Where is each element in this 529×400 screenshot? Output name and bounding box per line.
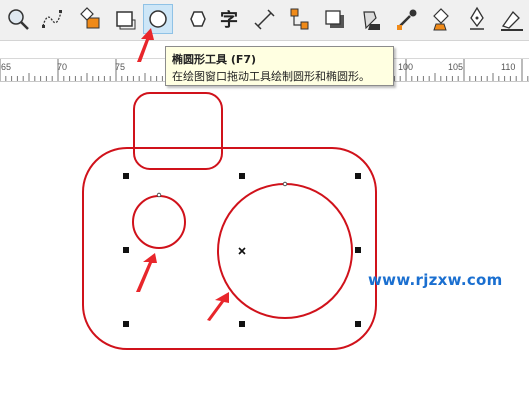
magnifier-icon: [8, 9, 29, 30]
polygon-tool[interactable]: [183, 4, 213, 34]
smart-fill-tool[interactable]: [75, 4, 105, 34]
freehand-tool[interactable]: [37, 4, 67, 34]
flash-circle[interactable]: [132, 195, 186, 249]
svg-text:字: 字: [220, 9, 238, 31]
dimension-tool[interactable]: [250, 4, 280, 34]
shadow-icon: [325, 10, 344, 28]
drop-shadow-tool[interactable]: [320, 4, 350, 34]
outline-tool[interactable]: [497, 4, 527, 34]
fill-bucket-icon: [433, 8, 449, 31]
outline-icon: [501, 10, 523, 31]
arrow-to-lens: [207, 292, 229, 321]
ruler-label: 105: [448, 62, 464, 72]
annotation-arrows: [136, 253, 229, 321]
zoom-tool[interactable]: [3, 4, 33, 34]
pen-nib-icon: [470, 6, 484, 30]
connector-icon: [290, 8, 309, 30]
ruler-label: 100: [398, 62, 414, 72]
tooltip-title: 椭圆形工具 (F7): [172, 53, 257, 66]
arrow-to-ellipse-tool: [137, 28, 154, 62]
watermark: www.rjzxw.com: [368, 271, 503, 289]
tooltip-description: 在绘图窗口拖动工具绘制圆形和椭圆形。: [172, 70, 370, 83]
canvas-drawing: [82, 92, 377, 350]
viewfinder-shape[interactable]: [133, 92, 223, 170]
lens-circle[interactable]: [217, 183, 353, 319]
node-handle[interactable]: [282, 181, 288, 187]
eyedropper-icon: [397, 9, 417, 30]
ruler-label: 70: [57, 62, 68, 72]
text-icon: 字: [220, 9, 238, 31]
transparency-tool[interactable]: [356, 4, 386, 34]
smart-fill-icon: [80, 7, 100, 29]
selection-center-marker[interactable]: [238, 247, 246, 255]
pen-tool[interactable]: [462, 4, 492, 34]
node-handle[interactable]: [156, 192, 162, 198]
tool-tooltip: 椭圆形工具 (F7) 在绘图窗口拖动工具绘制圆形和椭圆形。: [165, 46, 394, 86]
ruler-label: 110: [501, 62, 516, 72]
dimension-icon: [254, 9, 275, 30]
hexagon-icon: [190, 11, 206, 27]
arrow-to-flash: [136, 253, 157, 292]
text-tool[interactable]: 字: [216, 4, 246, 34]
drawing-canvas[interactable]: [0, 80, 529, 400]
transparency-icon: [363, 11, 380, 30]
eyedropper-tool[interactable]: [392, 4, 422, 34]
connector-tool[interactable]: [285, 4, 315, 34]
interactive-fill-tool[interactable]: [426, 4, 456, 34]
toolbox: 字: [0, 0, 529, 41]
ruler-label: 75: [115, 62, 126, 72]
ruler-label: 65: [1, 62, 12, 72]
freehand-curve-icon: [42, 10, 62, 28]
